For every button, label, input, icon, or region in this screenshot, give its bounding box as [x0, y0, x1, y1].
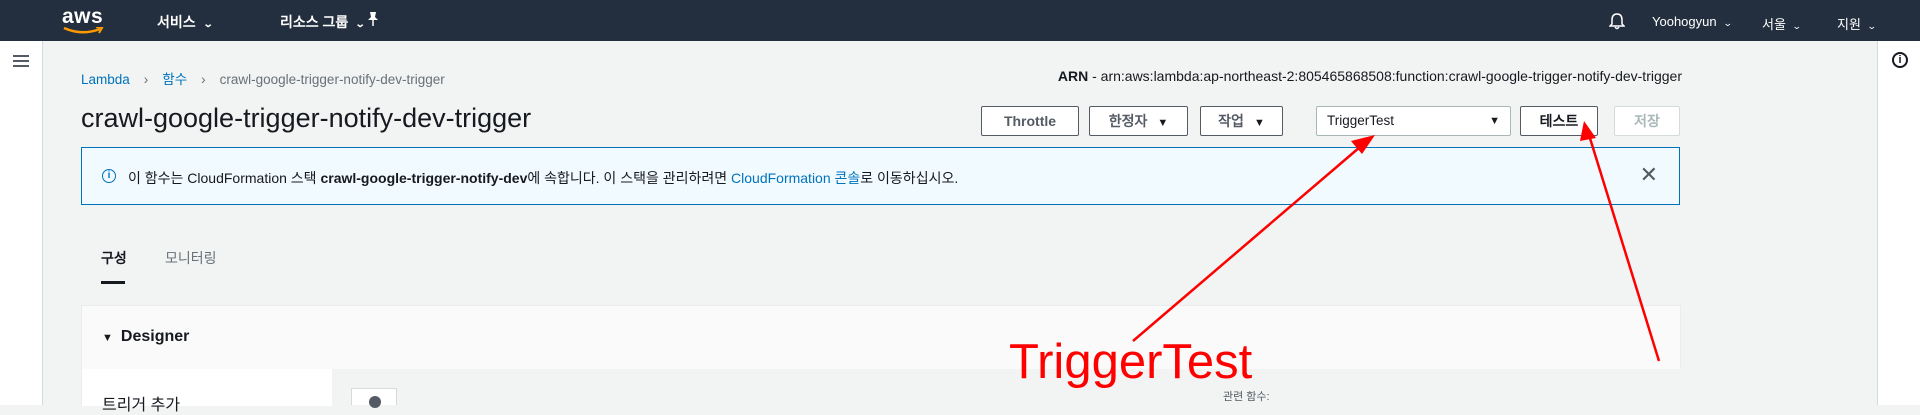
annotation-arrow-left: [1132, 146, 1361, 342]
annotation-arrows: [1132, 121, 1661, 362]
annotation-arrow-right: [1587, 134, 1661, 362]
annotation-arrowhead-right: [1580, 121, 1596, 141]
